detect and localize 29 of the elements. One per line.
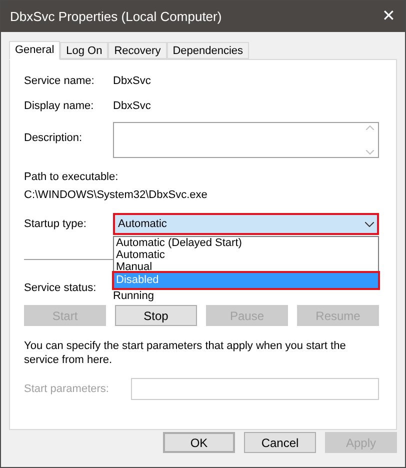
tab[interactable]: Recovery	[108, 42, 167, 59]
window-title: DbxSvc Properties (Local Computer)	[10, 8, 222, 26]
dialog-button[interactable]: Stop	[115, 305, 197, 326]
tab[interactable]: Dependencies	[166, 42, 250, 59]
status-value: Running	[113, 290, 154, 303]
dialog-button[interactable]: Cancel	[244, 432, 316, 453]
field-label: Path to executable:	[24, 170, 120, 185]
dropdown-option[interactable]: Automatic (Delayed Start)	[114, 237, 378, 249]
scroll-up-icon[interactable]	[366, 125, 374, 130]
close-button[interactable]: ✕	[382, 4, 395, 28]
scroll-down-icon[interactable]	[366, 150, 374, 155]
dialog-button[interactable]: OK	[163, 432, 235, 453]
tab[interactable]: General	[9, 41, 60, 60]
dropdown-option[interactable]: Automatic	[114, 249, 378, 261]
description-box[interactable]	[113, 122, 379, 158]
field-label: Description:	[24, 131, 84, 146]
field-value: DbxSvc	[113, 74, 151, 90]
field-value: DbxSvc	[113, 99, 151, 114]
path-value: C:\WINDOWS\System32\DbxSvc.exe	[24, 188, 208, 202]
dropdown-option[interactable]: Manual	[114, 261, 378, 273]
field-label: Service status:	[24, 281, 98, 296]
field-label: Service name:	[24, 74, 96, 90]
field-label: Start parameters:	[24, 382, 110, 397]
startup-type-dropdown[interactable]: Automatic	[113, 213, 379, 235]
chevron-down-icon	[365, 222, 374, 226]
tab[interactable]: Log On	[60, 42, 108, 59]
field-label: Startup type:	[24, 216, 88, 232]
field-label: Display name:	[24, 99, 95, 114]
instruction-text: You can specify the start parameters that apply when you start the service from here.	[24, 339, 347, 367]
